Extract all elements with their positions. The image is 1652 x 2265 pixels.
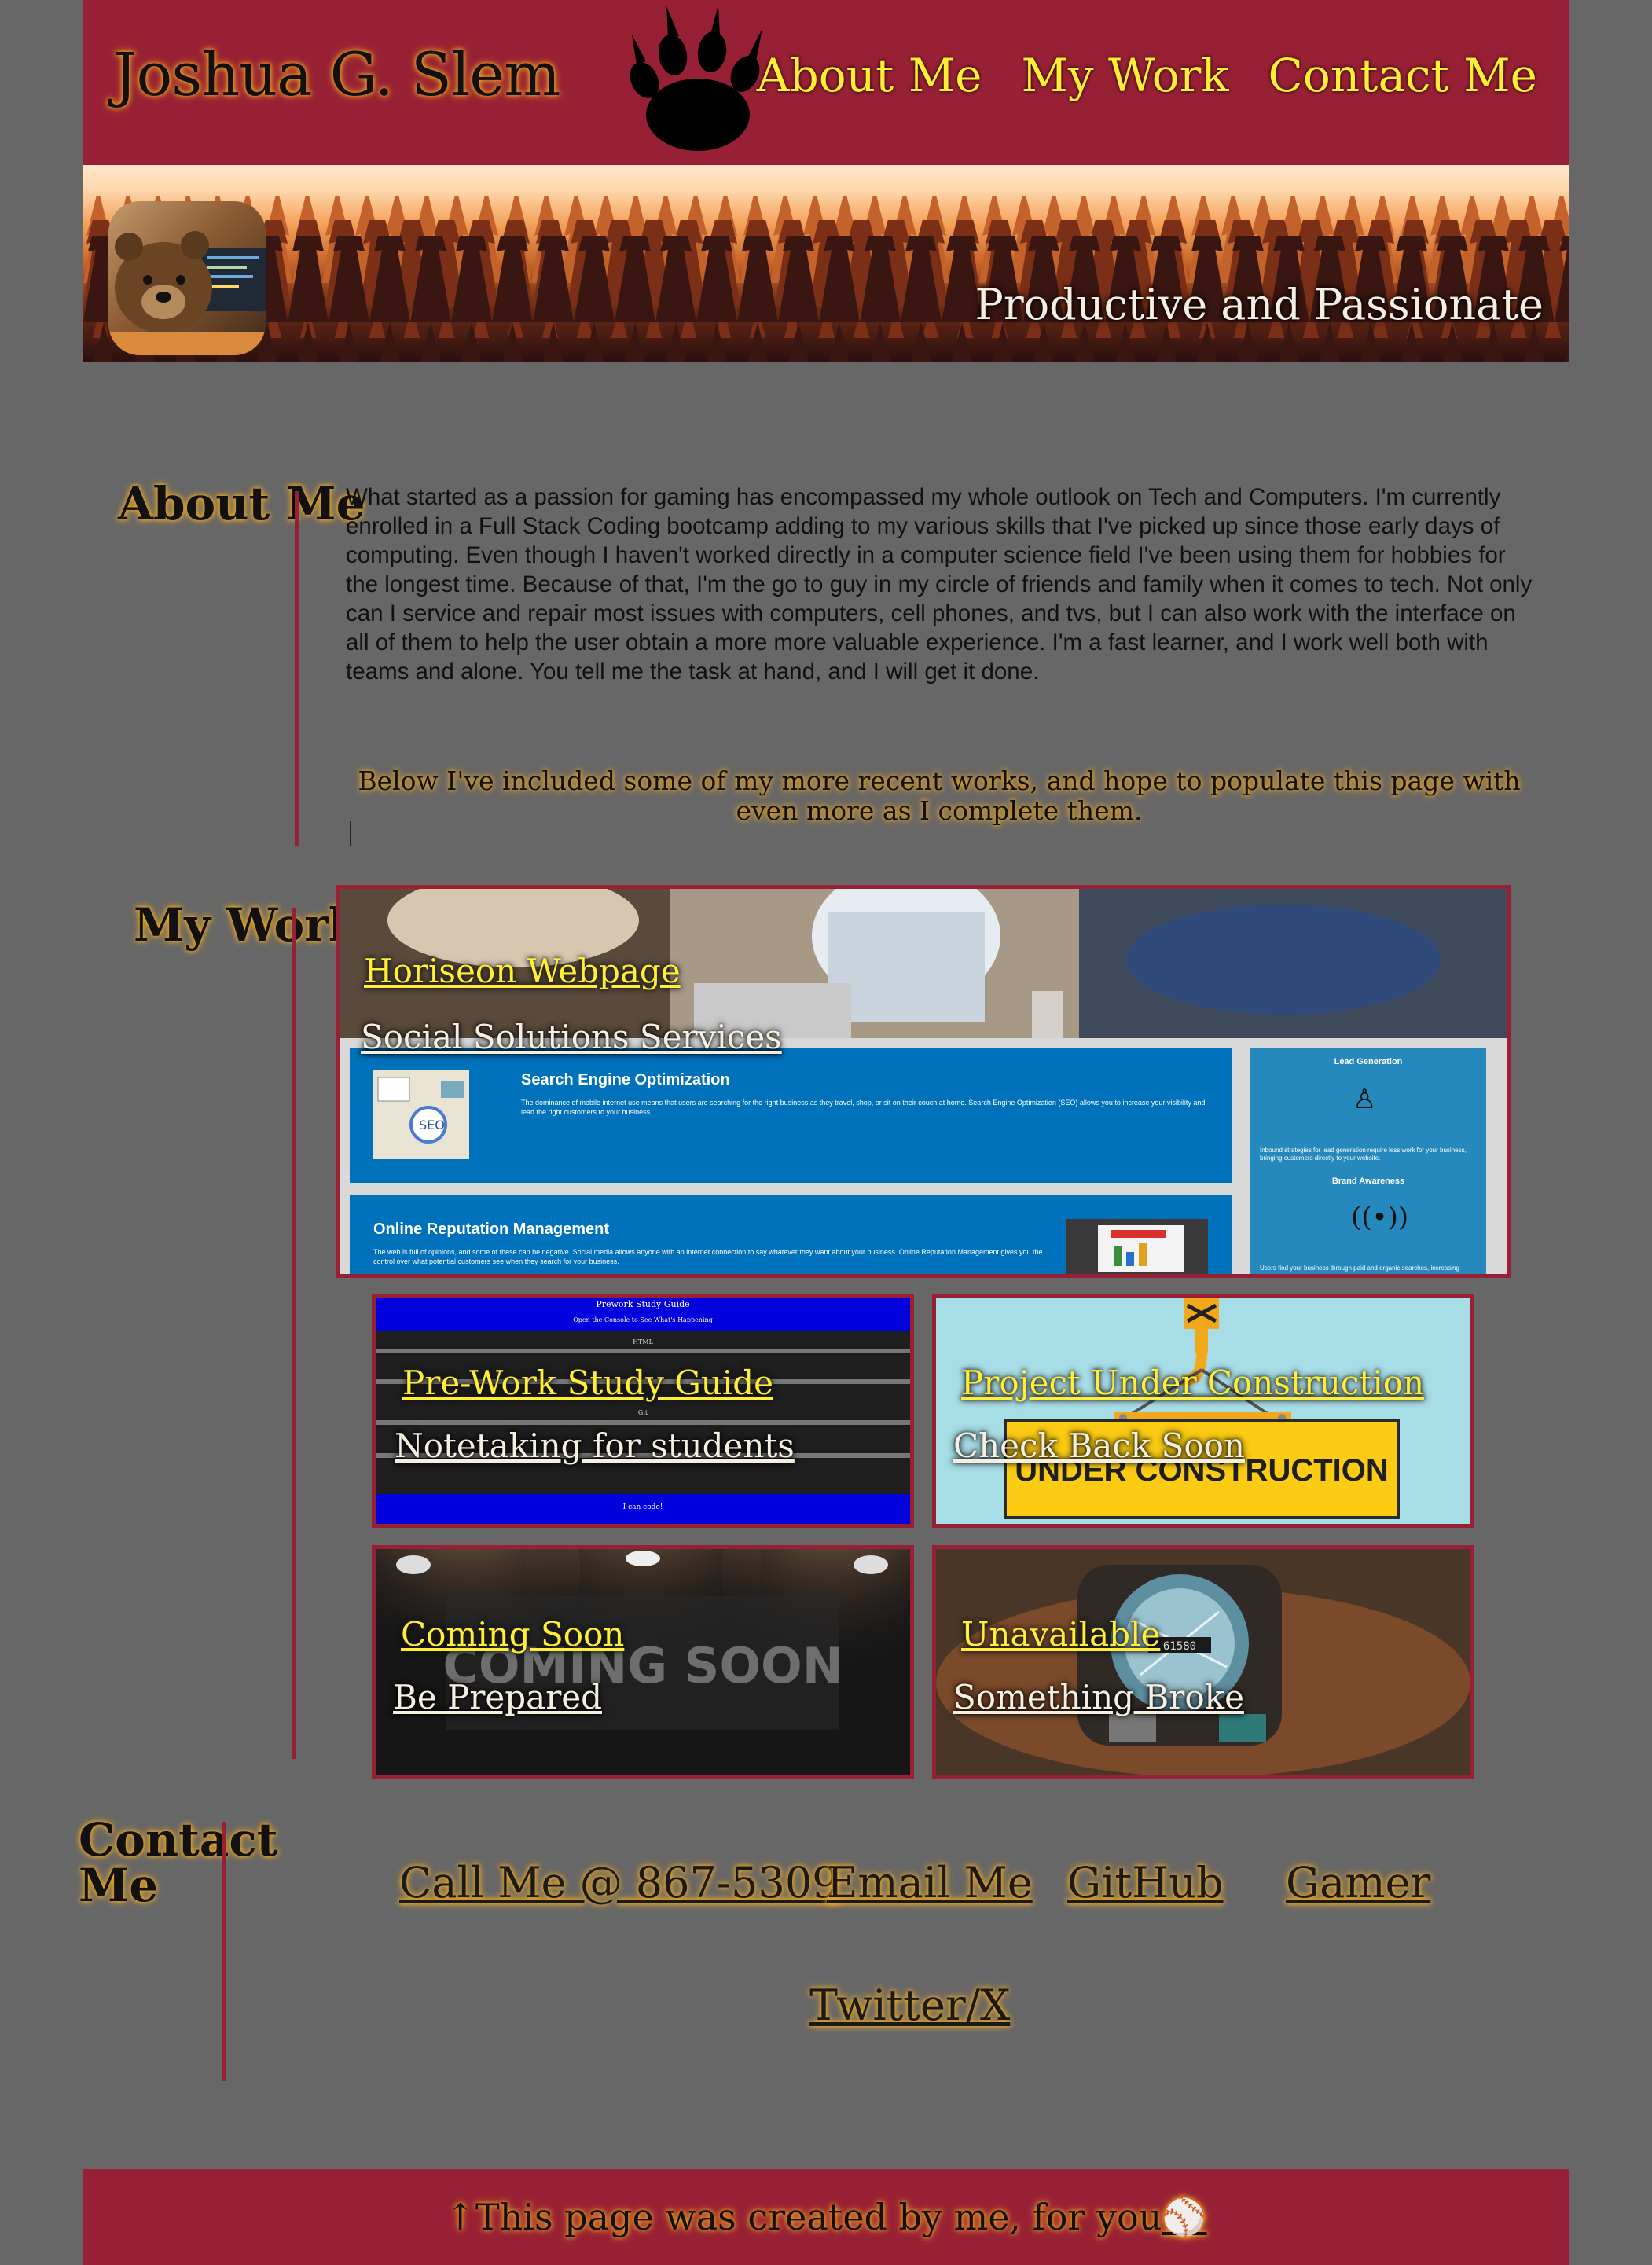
orm-heading: Online Reputation Management <box>373 1221 610 1238</box>
prework-preview-footer: I can code! <box>376 1494 910 1524</box>
text-cursor <box>350 821 351 846</box>
bear-at-computer-avatar <box>108 201 266 355</box>
card-title[interactable]: Pre-Work Study Guide <box>402 1364 773 1402</box>
gauge-readout: 61580 <box>1163 1640 1196 1653</box>
crane-hook-illustration: UNDER CONSTRUCTION <box>1004 1298 1400 1519</box>
contact-twitter-link[interactable]: Twitter/X <box>809 1980 1010 2030</box>
project-card-horiseon[interactable]: SEO Search Engine Optimization The domin… <box>336 885 1511 1278</box>
site-name: Joshua G. Slem <box>113 39 560 109</box>
project-card-under-construction[interactable]: UNDER CONSTRUCTION Project Under Constru… <box>932 1294 1474 1528</box>
main-nav: About Me My Work Contact Me <box>757 49 1537 102</box>
project-card-coming-soon[interactable]: COMING SOON Coming Soon Be Prepared <box>372 1545 914 1779</box>
broken-gauge-photo: 61580 <box>936 1549 1470 1775</box>
card-title[interactable]: Project Under Construction <box>961 1364 1424 1402</box>
contact-github-link[interactable]: GitHub <box>1067 1858 1224 1907</box>
seo-image: SEO <box>373 1070 469 1159</box>
side-text-2: Users find your business through paid an… <box>1260 1265 1459 1272</box>
arrow-up-icon: ↑ <box>445 2196 475 2238</box>
side-heading-2: Brand Awareness <box>1331 1177 1405 1186</box>
bear-paw-icon <box>630 5 762 151</box>
card-subtitle: Be Prepared <box>393 1678 603 1716</box>
site-header: Joshua G. Slem About Me My Work Contact … <box>83 0 1569 165</box>
nav-my-work[interactable]: My Work <box>1021 49 1228 102</box>
contact-divider <box>222 1822 226 2081</box>
card-subtitle: Something Broke <box>953 1678 1244 1716</box>
work-section-title: My Work <box>134 898 360 952</box>
forest-silhouette <box>83 196 1569 362</box>
side-heading-1: Lead Generation <box>1334 1057 1403 1066</box>
seo-heading: Search Engine Optimization <box>521 1071 730 1088</box>
card-title[interactable]: Unavailable <box>961 1615 1160 1654</box>
about-divider <box>295 491 299 846</box>
work-divider <box>292 908 296 1759</box>
seo-text: The dominance of mobile internet use mea… <box>521 1099 1206 1116</box>
broadcast-icon: ((•)) <box>1351 1202 1409 1233</box>
card-title[interactable]: Coming Soon <box>401 1615 624 1654</box>
card-subtitle: Notetaking for students <box>395 1426 795 1465</box>
card-title[interactable]: Horiseon Webpage <box>364 952 681 990</box>
orm-image <box>1066 1219 1208 1274</box>
about-body: What started as a passion for gaming has… <box>346 484 1533 685</box>
horiseon-preview: SEO Search Engine Optimization The domin… <box>340 1038 1507 1274</box>
hero-tagline: Productive and Passionate <box>975 280 1544 329</box>
contact-section-title: Contact Me <box>79 1813 278 1912</box>
footer-text-row: ↑This page was created by me, for you⚾ <box>83 2196 1569 2239</box>
spotlight-stage-illustration: COMING SOON <box>376 1549 910 1775</box>
site-footer: ↑This page was created by me, for you⚾ <box>83 2169 1569 2265</box>
nav-contact-me[interactable]: Contact Me <box>1268 49 1537 102</box>
orm-panel: Online Reputation Management The web is … <box>350 1195 1232 1274</box>
side-panel: Lead Generation ♙ Inbound strategies for… <box>1250 1048 1486 1274</box>
contact-gamer-link[interactable]: Gamer <box>1286 1858 1430 1907</box>
card-subtitle: Social Solutions Services <box>361 1018 782 1056</box>
baseball-icon[interactable]: ⚾ <box>1162 2196 1206 2238</box>
card-subtitle: Check Back Soon <box>953 1426 1245 1465</box>
footer-text: This page was created by me, for you <box>475 2196 1162 2238</box>
lightbulb-icon: ♙ <box>1353 1084 1377 1115</box>
orm-text: The web is full of opinions, and some of… <box>373 1248 1043 1265</box>
contact-phone-link[interactable]: Call Me @ 867-5309 <box>399 1858 839 1907</box>
project-card-unavailable[interactable]: 61580 Unavailable Something Broke <box>932 1545 1474 1779</box>
hero-banner: Productive and Passionate <box>83 165 1569 362</box>
contact-email-link[interactable]: Email Me <box>827 1858 1033 1907</box>
svg-text:SEO: SEO <box>419 1118 445 1132</box>
project-card-prework[interactable]: Prework Study Guide Open the Console to … <box>372 1294 914 1528</box>
seo-panel: SEO Search Engine Optimization The domin… <box>350 1048 1232 1183</box>
about-note: Below I've included some of my more rece… <box>358 765 1521 826</box>
prework-preview-header: Prework Study Guide Open the Console to … <box>376 1298 910 1331</box>
about-section-title: About Me <box>118 477 365 530</box>
nav-about-me[interactable]: About Me <box>757 49 982 102</box>
side-text-1: Inbound strategies for lead generation r… <box>1260 1147 1467 1162</box>
